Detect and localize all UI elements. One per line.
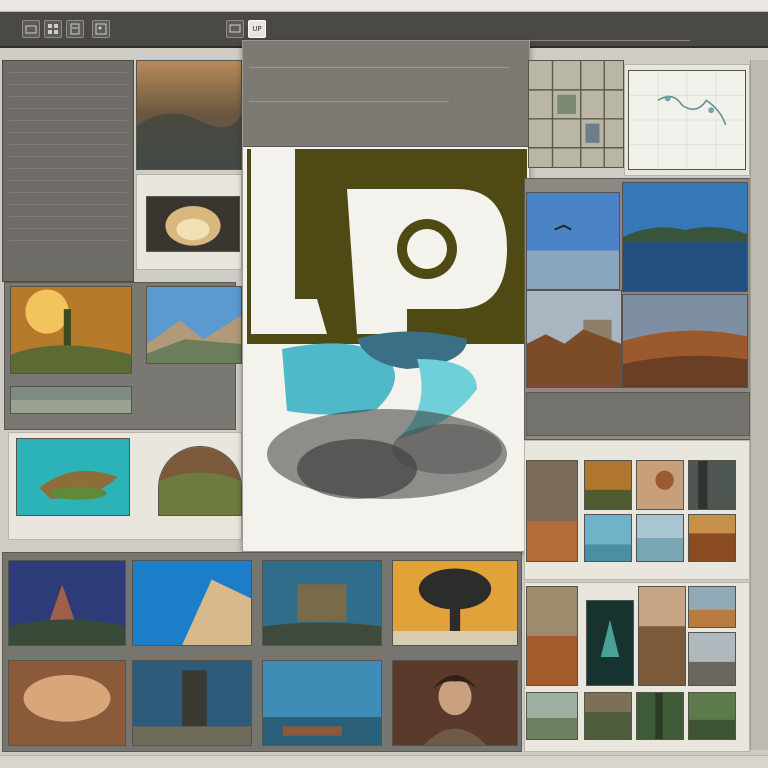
logo-dialog[interactable] bbox=[242, 40, 530, 552]
thumbnail-portrait[interactable] bbox=[392, 660, 518, 746]
thumbnail-collage-13[interactable] bbox=[526, 692, 578, 740]
thumbnail-collage-8[interactable] bbox=[526, 586, 578, 686]
brand-logo bbox=[247, 149, 527, 549]
thumbnail-sky-bird[interactable] bbox=[526, 192, 620, 290]
app-window: UP bbox=[0, 0, 768, 768]
active-tool-button[interactable]: UP bbox=[248, 20, 266, 38]
list-item[interactable] bbox=[9, 233, 127, 241]
active-tool-label: UP bbox=[252, 25, 262, 33]
list-item[interactable] bbox=[9, 101, 127, 109]
thumbnail-collage-1[interactable] bbox=[526, 460, 578, 562]
image-icon[interactable] bbox=[92, 20, 110, 38]
thumbnail-autumn-valley[interactable] bbox=[136, 60, 242, 170]
thumbnail-glowing-tree[interactable] bbox=[392, 560, 518, 646]
list-item[interactable] bbox=[9, 185, 127, 193]
grid-icon[interactable] bbox=[44, 20, 62, 38]
thumbnail-collage-10[interactable] bbox=[638, 586, 686, 686]
thumbnail-collage-16[interactable] bbox=[688, 692, 736, 740]
thumbnail-fantasy-castle[interactable] bbox=[8, 560, 126, 646]
thumbnail-shore-strip[interactable] bbox=[10, 386, 132, 414]
thumbnail-tropical-island[interactable] bbox=[16, 438, 130, 516]
thumbnail-collage-14[interactable] bbox=[584, 692, 632, 740]
thumbnail-sea-outpost[interactable] bbox=[262, 660, 382, 746]
thumbnail-collage-4[interactable] bbox=[688, 460, 736, 510]
list-item[interactable] bbox=[9, 149, 127, 157]
thumbnail-ancient-tree[interactable] bbox=[132, 660, 252, 746]
list-item[interactable] bbox=[9, 137, 127, 145]
thumbnail-blue-mountains[interactable] bbox=[146, 286, 242, 364]
thumbnail-collage-3[interactable] bbox=[636, 460, 684, 510]
thumbnail-old-town[interactable] bbox=[526, 290, 622, 388]
layers-icon[interactable] bbox=[66, 20, 84, 38]
thumbnail-autumn-coast[interactable] bbox=[622, 294, 748, 388]
list-item[interactable] bbox=[9, 77, 127, 85]
list-item[interactable] bbox=[9, 221, 127, 229]
thumbnail-collage-15[interactable] bbox=[636, 692, 684, 740]
file-list-panel[interactable] bbox=[2, 60, 134, 282]
list-item[interactable] bbox=[9, 125, 127, 133]
title-strip bbox=[0, 0, 768, 12]
monitor-icon[interactable] bbox=[226, 20, 244, 38]
list-item[interactable] bbox=[9, 113, 127, 121]
thumbnail-map-chart[interactable] bbox=[628, 70, 746, 170]
thumbnail-collage-6[interactable] bbox=[636, 514, 684, 562]
list-item[interactable] bbox=[9, 209, 127, 217]
list-item[interactable] bbox=[9, 173, 127, 181]
thumbnail-lake-island[interactable] bbox=[622, 182, 748, 292]
thumbnail-golden-forest[interactable] bbox=[10, 286, 132, 374]
vertical-scrollbar[interactable] bbox=[750, 60, 768, 750]
list-item[interactable] bbox=[9, 197, 127, 205]
thumbnail-cave-opening[interactable] bbox=[146, 196, 240, 252]
thumbnail-collage-9[interactable] bbox=[586, 600, 634, 686]
thumbnail-collage-2[interactable] bbox=[584, 460, 632, 510]
dialog-header bbox=[243, 41, 529, 147]
thumbnail-collage-7[interactable] bbox=[688, 514, 736, 562]
thumbnail-collage-5[interactable] bbox=[584, 514, 632, 562]
toolbar-status bbox=[702, 26, 762, 41]
metadata-bar bbox=[526, 392, 750, 436]
list-item[interactable] bbox=[9, 161, 127, 169]
thumbnail-collage-11[interactable] bbox=[688, 586, 736, 628]
list-item[interactable] bbox=[9, 65, 127, 73]
thumbnail-cloudy-sky[interactable] bbox=[8, 660, 126, 746]
list-item[interactable] bbox=[9, 89, 127, 97]
thumbnail-collage-12[interactable] bbox=[688, 632, 736, 686]
status-bar bbox=[0, 755, 768, 768]
folder-icon[interactable] bbox=[22, 20, 40, 38]
thumbnail-waterfall-cliff[interactable] bbox=[132, 560, 252, 646]
thumbnail-temple-ruins[interactable] bbox=[262, 560, 382, 646]
thumbnail-city-map[interactable] bbox=[528, 60, 624, 168]
